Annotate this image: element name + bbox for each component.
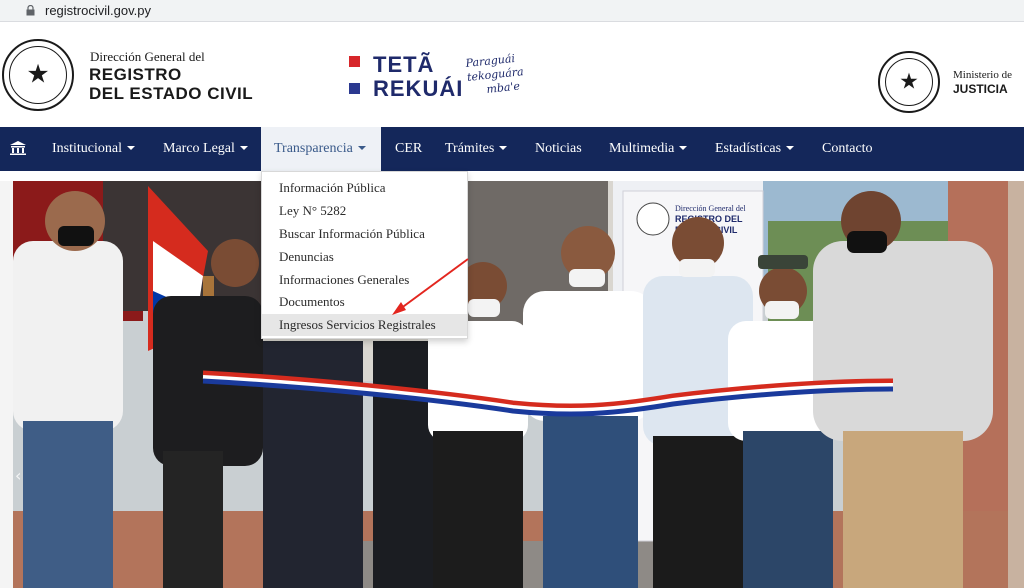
chevron-down-icon: [786, 146, 795, 150]
hero-illustration: Dirección General del REGISTRO DEL ESTAD…: [13, 181, 1008, 588]
main-nav: Institucional Marco Legal Transparencia …: [0, 127, 1024, 171]
chevron-down-icon: [679, 146, 688, 150]
carousel-right-edge[interactable]: [1008, 181, 1024, 588]
brand-square-blue: [349, 83, 360, 94]
chevron-down-icon: [127, 146, 135, 150]
agency-title-line1: REGISTRO: [89, 65, 182, 84]
dropdown-item-denuncias[interactable]: Denuncias: [262, 246, 467, 268]
dropdown-item-ingresos-servicios-registrales[interactable]: Ingresos Servicios Registrales: [262, 314, 467, 336]
carousel-left-edge[interactable]: [0, 181, 13, 588]
dropdown-item-documentos[interactable]: Documentos: [262, 291, 467, 313]
nav-item-noticias[interactable]: Noticias: [535, 127, 582, 171]
brand-slogan: Paraguái tekoguára mba'e: [464, 51, 525, 96]
transparencia-dropdown-menu: Información Pública Ley N° 5282 Buscar I…: [261, 171, 468, 339]
dropdown-item-informaciones-generales[interactable]: Informaciones Generales: [262, 269, 467, 291]
browser-url-bar[interactable]: registrocivil.gov.py: [0, 0, 1024, 22]
agency-subtitle: Dirección General del: [90, 49, 205, 64]
nav-item-institucional[interactable]: Institucional: [52, 127, 135, 171]
chevron-down-icon: [357, 146, 366, 150]
nav-item-contacto[interactable]: Contacto: [822, 127, 873, 171]
url-text[interactable]: registrocivil.gov.py: [45, 3, 151, 18]
nav-item-multimedia[interactable]: Multimedia: [609, 127, 688, 171]
chevron-down-icon: [239, 146, 248, 150]
dropdown-item-ley-5282[interactable]: Ley N° 5282: [262, 200, 467, 222]
ministry-title: JUSTICIA: [953, 82, 1008, 96]
nav-item-transparencia[interactable]: Transparencia: [261, 127, 381, 171]
brand-title-line2: REKUÁI: [373, 76, 464, 101]
site-header: ★ Dirección General del REGISTRO DEL EST…: [0, 22, 1024, 127]
nav-item-cer[interactable]: CER: [395, 127, 422, 171]
brand-square-red: [349, 56, 360, 67]
nav-item-tramites[interactable]: Trámites: [445, 127, 508, 171]
nav-item-estadisticas[interactable]: Estadísticas: [715, 127, 795, 171]
dropdown-item-buscar-informacion[interactable]: Buscar Información Pública: [262, 223, 467, 245]
dropdown-item-informacion-publica[interactable]: Información Pública: [262, 177, 467, 199]
ministry-seal-logo[interactable]: ★: [878, 51, 940, 113]
hero-photo: Dirección General del REGISTRO DEL ESTAD…: [13, 181, 1008, 588]
nav-item-marco-legal[interactable]: Marco Legal: [163, 127, 248, 171]
agency-title-line2: DEL ESTADO CIVIL: [89, 84, 254, 103]
ministry-subtitle: Ministerio de: [953, 69, 1012, 81]
institution-home-icon[interactable]: [10, 141, 26, 155]
paraguay-seal-logo[interactable]: ★: [2, 39, 74, 111]
svg-text:‹: ‹: [15, 466, 21, 485]
chevron-down-icon: [499, 146, 508, 150]
brand-title-line1: TETÃ: [373, 52, 435, 77]
lock-icon: [26, 5, 35, 16]
svg-text:Dirección General del: Dirección General del: [675, 204, 746, 213]
